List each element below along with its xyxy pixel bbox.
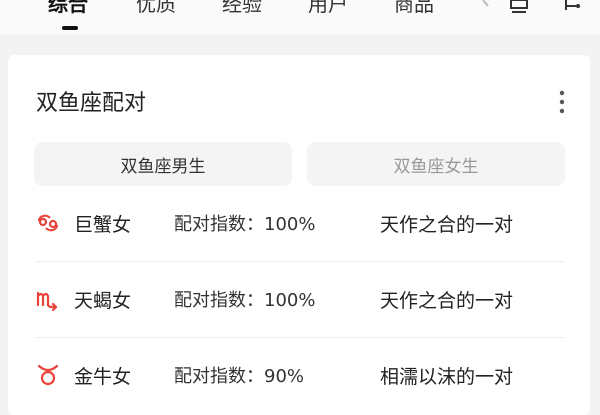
more-vertical-icon[interactable] xyxy=(554,89,570,115)
segment-pisces-male[interactable]: 双鱼座男生 xyxy=(34,142,292,186)
tab-experience[interactable]: 经验 xyxy=(222,0,262,17)
match-description: 天作之合的一对 xyxy=(380,289,514,312)
segment-pisces-female[interactable]: 双鱼座女生 xyxy=(307,142,565,186)
match-score: 配对指数：100% xyxy=(174,214,316,235)
match-description: 相濡以沫的一对 xyxy=(380,365,514,388)
tab-user[interactable]: 用户 xyxy=(308,0,348,17)
card-title: 双鱼座配对 xyxy=(36,91,147,116)
tab-quality[interactable]: 优质 xyxy=(136,0,176,17)
row-divider xyxy=(36,337,564,338)
match-name: 天蝎女 xyxy=(74,289,132,312)
tab-comprehensive[interactable]: 综合 xyxy=(48,0,88,17)
taurus-icon xyxy=(37,364,59,386)
scorpio-icon xyxy=(36,291,58,311)
match-score: 配对指数：90% xyxy=(174,366,305,387)
active-tab-indicator xyxy=(62,26,78,30)
pisces-match-card: 双鱼座配对 双鱼座男生 双鱼座女生 巨蟹女 配对指数：100% 天作之合的一对 … xyxy=(8,55,590,415)
match-row-taurus[interactable]: 金牛女 配对指数：90% 相濡以沫的一对 xyxy=(36,345,564,405)
cancer-icon xyxy=(37,214,59,232)
filter-icon[interactable] xyxy=(560,0,584,14)
arrow-icon[interactable] xyxy=(480,0,494,12)
match-row-cancer[interactable]: 巨蟹女 配对指数：100% 天作之合的一对 xyxy=(36,193,564,253)
row-divider xyxy=(36,261,564,262)
match-name: 金牛女 xyxy=(74,365,132,388)
tab-goods[interactable]: 商品 xyxy=(394,0,434,17)
match-description: 天作之合的一对 xyxy=(380,213,514,236)
top-tab-bar: 综合 优质 经验 用户 商品 xyxy=(0,0,600,34)
match-score: 配对指数：100% xyxy=(174,290,316,311)
match-row-scorpio[interactable]: 天蝎女 配对指数：100% 天作之合的一对 xyxy=(36,269,564,329)
match-name: 巨蟹女 xyxy=(74,213,132,236)
camera-icon[interactable] xyxy=(508,0,530,14)
